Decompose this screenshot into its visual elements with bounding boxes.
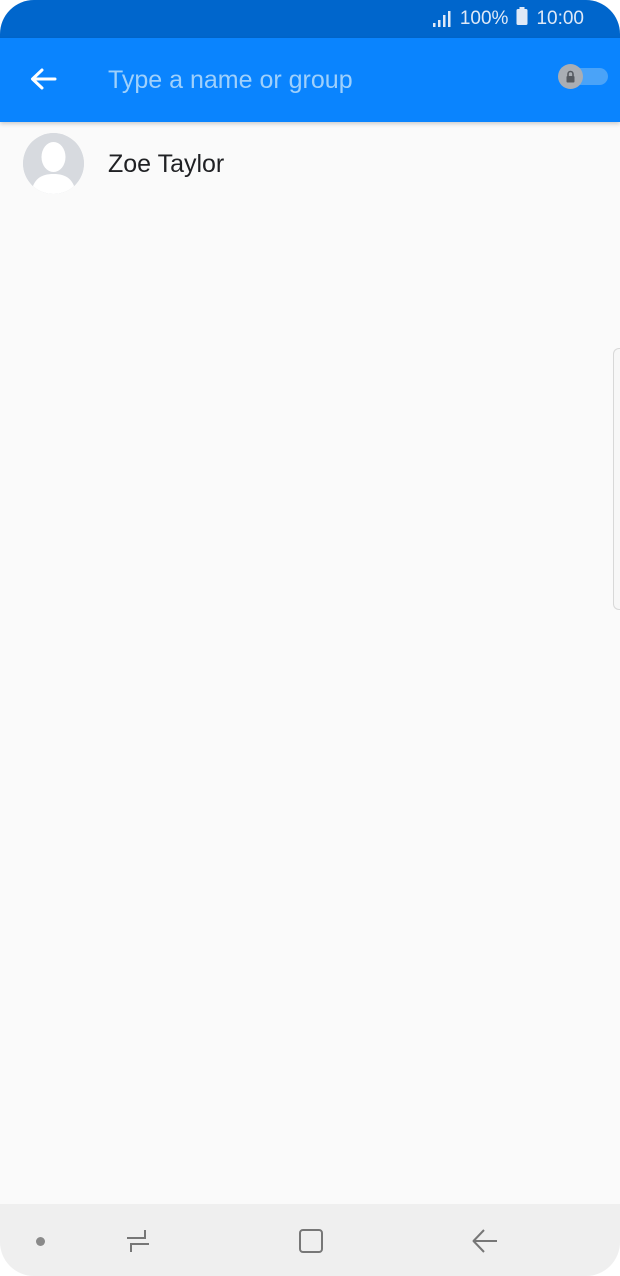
status-bar: 100% 10:00 bbox=[0, 0, 620, 38]
clock: 10:00 bbox=[536, 8, 584, 29]
nav-indicator-dot bbox=[36, 1237, 45, 1246]
lock-icon bbox=[566, 70, 575, 83]
nav-back-button[interactable] bbox=[470, 1226, 500, 1256]
back-icon bbox=[472, 1229, 497, 1253]
contact-name: Zoe Taylor bbox=[108, 150, 225, 178]
phone-screen: 100% 10:00 Type a name or group Zoe Tayl… bbox=[0, 0, 620, 1276]
edge-panel-handle[interactable] bbox=[613, 348, 620, 610]
search-input[interactable] bbox=[108, 60, 528, 100]
home-button[interactable] bbox=[296, 1226, 326, 1256]
recents-icon bbox=[127, 1230, 149, 1252]
signal-icon bbox=[432, 10, 452, 28]
recents-button[interactable] bbox=[123, 1226, 153, 1256]
contact-row[interactable]: Zoe Taylor bbox=[0, 122, 620, 210]
avatar bbox=[23, 133, 84, 194]
arrow-left-icon bbox=[31, 68, 57, 90]
battery-icon bbox=[516, 7, 528, 31]
back-button[interactable] bbox=[26, 62, 60, 96]
toggle-knob bbox=[558, 64, 583, 89]
app-bar bbox=[0, 38, 620, 122]
battery-percent: 100% bbox=[459, 8, 509, 29]
person-silhouette-icon bbox=[23, 133, 84, 194]
secret-conversation-toggle[interactable] bbox=[558, 64, 608, 89]
contact-list: Zoe Taylor bbox=[0, 122, 620, 210]
navigation-bar bbox=[0, 1204, 620, 1276]
home-icon bbox=[299, 1229, 323, 1253]
